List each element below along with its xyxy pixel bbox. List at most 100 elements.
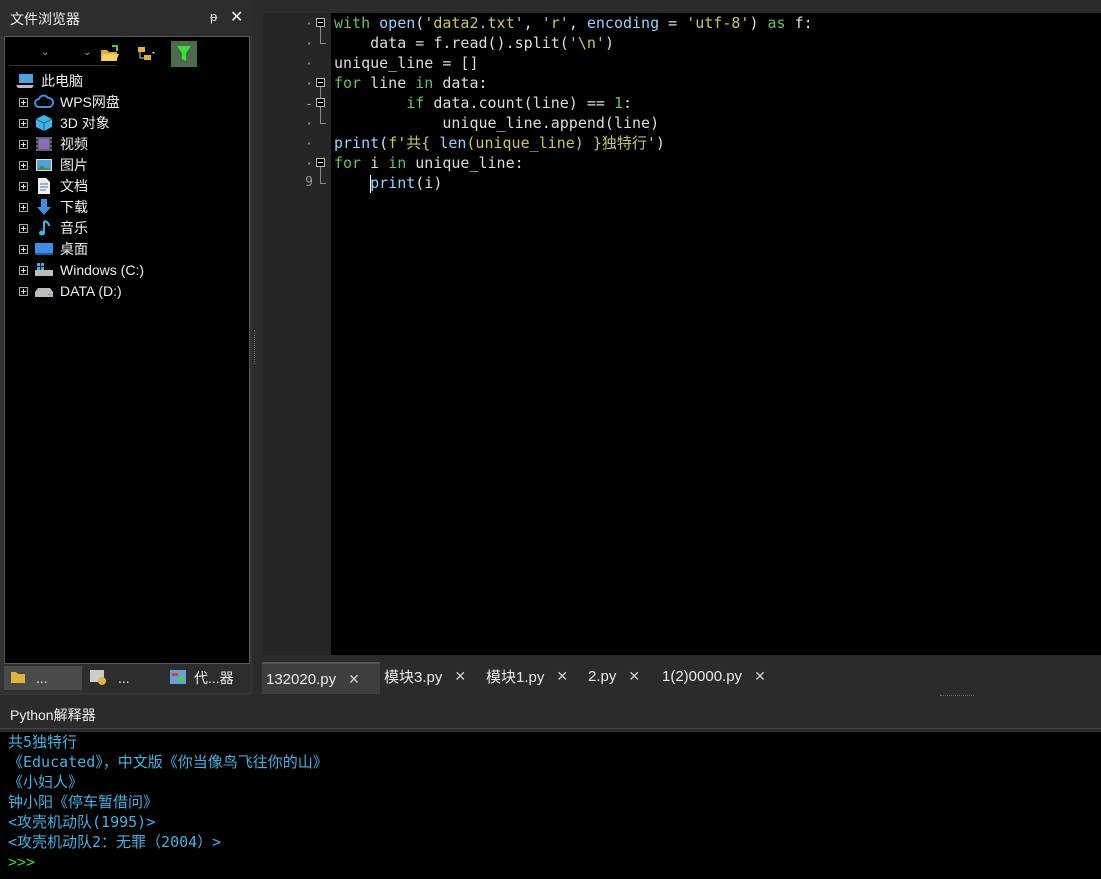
- tree-item-label: 视频: [60, 136, 88, 152]
- close-icon[interactable]: ✕: [230, 7, 243, 27]
- expand-toggle-icon[interactable]: [19, 97, 28, 107]
- expand-toggle-icon[interactable]: [19, 118, 28, 128]
- console-output-line: <攻壳机动队(1995)>: [8, 813, 156, 831]
- expand-toggle-icon[interactable]: [19, 139, 28, 149]
- tree-item[interactable]: 桌面: [19, 239, 88, 259]
- tree-item-label: 3D 对象: [60, 115, 110, 131]
- fold-toggle[interactable]: [316, 78, 325, 87]
- code-editor[interactable]: · · · · - · · · 9 with open('data2.txt',…: [263, 13, 1101, 655]
- editor-tab[interactable]: 模块3.py ✕: [382, 664, 478, 688]
- editor-tab-label: 模块1.py: [486, 668, 545, 686]
- drive-icon: [34, 282, 54, 300]
- picture-icon: [34, 156, 54, 174]
- line-marker: ·: [305, 57, 313, 72]
- tree-item[interactable]: 音乐: [19, 218, 88, 238]
- line-gutter: · · · · - · · · 9: [263, 13, 331, 655]
- close-tab-icon[interactable]: ✕: [556, 668, 568, 685]
- pin-icon[interactable]: ᵽ: [210, 9, 217, 24]
- chevron-down-icon[interactable]: ⌄: [41, 47, 49, 58]
- tree-item[interactable]: 下载: [19, 197, 88, 217]
- line-marker: -: [305, 97, 313, 112]
- line-marker: ·: [305, 77, 313, 92]
- editor-tab[interactable]: 1(2)0000.py ✕: [660, 664, 784, 688]
- expand-toggle-icon[interactable]: [19, 160, 28, 170]
- editor-tab-label: 1(2)0000.py: [662, 667, 743, 685]
- line-marker: ·: [305, 17, 313, 32]
- expand-toggle-icon[interactable]: [19, 181, 28, 191]
- close-tab-icon[interactable]: ✕: [754, 668, 766, 685]
- tree-item-label: 音乐: [60, 220, 88, 236]
- tree-item[interactable]: DATA (D:): [19, 281, 122, 301]
- package-icon: [88, 668, 108, 689]
- code-line[interactable]: unique_line.append(line): [334, 113, 659, 133]
- console-prompt[interactable]: >>>: [8, 852, 35, 872]
- console-output-line: 《小妇人》: [8, 773, 84, 791]
- tree-item[interactable]: 视频: [19, 134, 88, 154]
- tree-item[interactable]: 文档: [19, 176, 88, 196]
- fold-toggle[interactable]: [316, 98, 325, 107]
- line-marker: ·: [305, 37, 313, 52]
- tree-view-icon[interactable]: [135, 43, 157, 65]
- code-line[interactable]: unique_line = []: [334, 53, 479, 73]
- editor-tab[interactable]: 模块1.py ✕: [484, 664, 580, 688]
- chevron-down-icon[interactable]: ⌄: [83, 47, 91, 58]
- tab-code-browser[interactable]: 代...器: [166, 666, 250, 690]
- close-tab-icon[interactable]: ✕: [348, 671, 360, 688]
- code-line[interactable]: for i in unique_line:: [334, 153, 524, 173]
- tab-file-browser[interactable]: ...: [4, 666, 82, 690]
- open-folder-icon[interactable]: [99, 43, 121, 65]
- code-line[interactable]: print(f'共{ len(unique_line) }独特行'): [334, 133, 665, 153]
- tree-item-label: 桌面: [60, 241, 88, 257]
- filter-icon[interactable]: [171, 41, 197, 67]
- line-marker: ·: [305, 117, 313, 132]
- code-line[interactable]: data = f.read().split('\n'): [334, 33, 614, 53]
- code-line[interactable]: with open('data2.txt', 'r', encoding = '…: [334, 13, 813, 33]
- editor-tab[interactable]: 132020.py ✕: [262, 662, 380, 694]
- tree-item[interactable]: 图片: [19, 155, 88, 175]
- editor-tab-label: 132020.py: [266, 670, 337, 688]
- close-tab-icon[interactable]: ✕: [454, 668, 466, 685]
- tree-root-label: 此电脑: [41, 73, 83, 89]
- file-browser-tabs: ... ... 代...器: [4, 664, 250, 692]
- python-console-title: Python解释器: [10, 707, 96, 723]
- folder-icon: [10, 670, 26, 687]
- desktop-icon: [34, 240, 54, 258]
- editor-tab-label: 2.py: [588, 667, 617, 685]
- fold-toggle[interactable]: [316, 158, 325, 167]
- tree-item-label: WPS网盘: [60, 94, 120, 110]
- expand-toggle-icon[interactable]: [19, 202, 28, 212]
- tree-item[interactable]: 3D 对象: [19, 113, 110, 133]
- code-line[interactable]: if data.count(line) == 1:: [334, 93, 632, 113]
- tab-label: ...: [36, 670, 48, 686]
- vertical-splitter[interactable]: [252, 0, 260, 695]
- line-marker: ·: [305, 137, 313, 152]
- editor-tab[interactable]: 2.py ✕: [586, 664, 654, 688]
- code-area[interactable]: with open('data2.txt', 'r', encoding = '…: [334, 13, 1101, 655]
- tab-label: ...: [118, 670, 130, 686]
- close-tab-icon[interactable]: ✕: [628, 668, 640, 685]
- python-console[interactable]: 共5独特行 《Educated》，中文版《你当像鸟飞往你的山》 《小妇人》 钟小阳《停…: [0, 732, 1101, 879]
- tree-item-label: DATA (D:): [60, 283, 122, 299]
- code-line[interactable]: print(i): [334, 173, 442, 193]
- tree-item[interactable]: Windows (C:): [19, 260, 144, 280]
- horizontal-splitter-grip[interactable]: [940, 695, 974, 699]
- expand-toggle-icon[interactable]: [19, 286, 28, 296]
- cube-3d-icon: [34, 114, 54, 132]
- fold-toggle[interactable]: [316, 18, 325, 27]
- expand-toggle-icon[interactable]: [19, 244, 28, 254]
- expand-toggle-icon[interactable]: [19, 265, 28, 275]
- code-line[interactable]: for line in data:: [334, 73, 488, 93]
- console-output-line: 钟小阳《停车暂借问》: [8, 793, 159, 811]
- video-icon: [34, 135, 54, 153]
- tree-item[interactable]: WPS网盘: [19, 92, 120, 112]
- download-arrow-icon: [34, 198, 54, 216]
- document-icon: [34, 177, 54, 195]
- editor-tab-label: 模块3.py: [384, 668, 443, 686]
- file-browser-body: ⌄ ⌄ 此电脑 WPS网盘 3D 对象视频图片文档下载音乐桌面 Windows (C…: [4, 36, 250, 664]
- python-console-titlebar: Python解释器: [0, 700, 1101, 729]
- tree-item-label: 文档: [60, 178, 88, 194]
- file-browser-titlebar: 文件浏览器 ᵽ ✕: [0, 0, 254, 36]
- tree-root-this-pc[interactable]: 此电脑: [15, 71, 83, 91]
- tab-package[interactable]: ...: [88, 666, 164, 690]
- expand-toggle-icon[interactable]: [19, 223, 28, 233]
